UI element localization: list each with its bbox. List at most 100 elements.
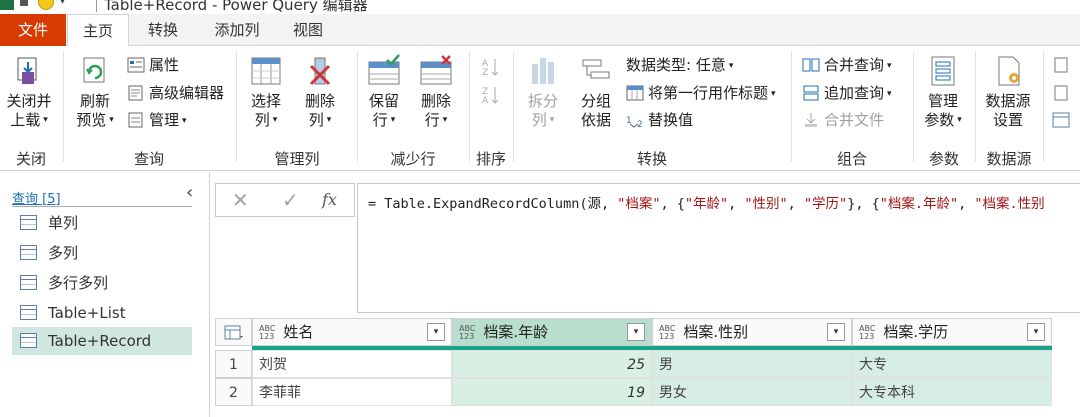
smiley-feedback-icon[interactable] [38, 0, 54, 10]
choose-columns-icon [249, 54, 283, 88]
table-cell[interactable]: 大专本科 [852, 378, 1052, 406]
remove-rows-icon [419, 54, 453, 88]
data-source-settings-button[interactable]: 数据源 设置 [982, 54, 1034, 130]
group-separator [236, 52, 237, 162]
parameters-icon [926, 54, 960, 88]
combine-files-icon [802, 112, 820, 128]
queries-header[interactable]: 查询 [5] [12, 188, 61, 207]
query-item-label: Table+Record [48, 332, 152, 350]
query-item-label: 单列 [48, 214, 79, 232]
any-type-icon[interactable]: ABC 123 [259, 324, 275, 341]
any-type-icon[interactable]: ABC 123 [659, 324, 675, 341]
tab-add-column[interactable]: 添加列 [204, 14, 270, 46]
combine-files-button[interactable]: 合并文件 [802, 109, 884, 131]
remove-columns-button[interactable]: 删除 列 ▾ [298, 54, 342, 130]
commit-formula-icon[interactable]: ✓ [282, 188, 299, 212]
formula-string: "档案.性别 [974, 196, 1045, 212]
advanced-editor-label: 高级编辑器 [149, 84, 225, 102]
group-label-manage-columns: 管理列 [274, 150, 320, 168]
query-item-multi-row-column[interactable]: 多行多列 [12, 269, 192, 297]
group-by-button[interactable]: 分组 依据 [574, 54, 618, 130]
advanced-editor-icon [127, 85, 145, 101]
column-filter-dropdown[interactable]: ▾ [827, 323, 845, 341]
recent-sources-button[interactable] [1052, 82, 1074, 104]
split-column-button[interactable]: 拆分 列 ▾ [520, 54, 566, 130]
split-column-icon [526, 54, 560, 88]
data-type-label: 数据类型: 任意 [626, 56, 726, 74]
query-item-table-record[interactable]: Table+Record [12, 327, 192, 355]
column-filter-dropdown[interactable]: ▾ [1027, 323, 1045, 341]
collapse-pane-icon[interactable]: ‹ [186, 182, 193, 203]
tab-home[interactable]: 主页 [67, 14, 129, 47]
enter-data-icon [1052, 112, 1070, 128]
column-header-label: 姓名 [283, 323, 314, 341]
use-first-row-as-headers-button[interactable]: 将第一行用作标题 ▾ [626, 82, 776, 104]
column-header-education[interactable]: ABC 123 档案.学历 ▾ [852, 318, 1052, 346]
queries-header-divider [12, 206, 192, 207]
tab-file[interactable]: 文件 [0, 14, 66, 46]
sort-ascending-button[interactable]: AZ [480, 54, 502, 78]
merge-queries-button[interactable]: 合并查询 ▾ [802, 54, 892, 76]
manage-query-button[interactable]: 管理 ▾ [127, 109, 187, 131]
remove-rows-button[interactable]: 删除 行 ▾ [416, 54, 456, 130]
column-header-age[interactable]: ABC 123 档案.年龄 ▾ [452, 318, 652, 346]
fx-icon[interactable]: fx [322, 190, 337, 209]
table-cell[interactable]: 25 [452, 350, 652, 378]
table-cell[interactable]: 男 [652, 350, 852, 378]
row-number[interactable]: 2 [215, 378, 252, 406]
keep-rows-button[interactable]: 保留 行 ▾ [364, 54, 404, 130]
save-icon[interactable] [20, 0, 28, 6]
column-filter-dropdown[interactable]: ▾ [427, 323, 445, 341]
tab-transform[interactable]: 转换 [134, 14, 192, 46]
title-separator [96, 0, 97, 12]
row-number[interactable]: 1 [215, 350, 252, 378]
properties-label: 属性 [149, 56, 180, 74]
append-queries-label: 追加查询 [824, 84, 885, 102]
tab-view[interactable]: 视图 [282, 14, 334, 46]
column-header-gender[interactable]: ABC 123 档案.性别 ▾ [652, 318, 852, 346]
formula-input[interactable]: = Table.ExpandRecordColumn(源, "档案", {"年龄… [357, 183, 1080, 313]
close-and-load-button[interactable]: 关闭并 上载 ▾ [2, 54, 56, 130]
table-cell[interactable]: 李菲菲 [252, 378, 452, 406]
window-title: Table+Record - Power Query 编辑器 [104, 0, 368, 14]
group-separator [1043, 52, 1044, 162]
table-menu-button[interactable] [215, 318, 252, 346]
group-label-reduce-rows: 减少行 [390, 150, 436, 168]
formula-text: }, { [847, 196, 880, 212]
any-type-icon[interactable]: ABC 123 [859, 324, 875, 341]
enter-data-button[interactable] [1052, 109, 1074, 131]
data-type-dropdown[interactable]: 数据类型: 任意 ▾ [626, 54, 733, 76]
query-item-multi-column[interactable]: 多列 [12, 239, 192, 267]
refresh-icon [78, 54, 112, 88]
append-queries-button[interactable]: 追加查询 ▾ [802, 82, 892, 104]
table-icon [20, 245, 37, 260]
refresh-preview-button[interactable]: 刷新 预览 ▾ [70, 54, 120, 130]
group-separator [975, 52, 976, 162]
quick-access-dropdown-icon[interactable]: ▾ [60, 0, 65, 7]
manage-parameters-button[interactable]: 管理 参数 ▾ [920, 54, 966, 130]
formula-string: "档案" [617, 196, 661, 212]
replace-values-button[interactable]: 1 2 替换值 [626, 109, 693, 131]
formula-text: = Table.ExpandRecordColumn(源, [368, 196, 618, 212]
formula-string: "档案.年龄" [879, 196, 959, 212]
query-item-table-list[interactable]: Table+List [12, 299, 192, 327]
data-source-settings-label: 数据源 设置 [985, 92, 1031, 129]
column-header-name[interactable]: ABC 123 姓名 ▾ [252, 318, 452, 346]
any-type-icon[interactable]: ABC 123 [459, 324, 475, 341]
properties-button[interactable]: 属性 [127, 54, 179, 76]
table-cell[interactable]: 大专 [852, 350, 1052, 378]
data-source-settings-icon [991, 54, 1025, 88]
table-cell[interactable]: 男女 [652, 378, 852, 406]
choose-columns-button[interactable]: 选择 列 ▾ [244, 54, 288, 130]
group-label-sort: 排序 [475, 150, 506, 168]
query-item-single-column[interactable]: 单列 [12, 209, 192, 237]
sort-descending-button[interactable]: ZA [480, 82, 502, 106]
new-source-button[interactable] [1052, 54, 1074, 76]
cancel-formula-icon[interactable]: ✕ [232, 188, 249, 212]
advanced-editor-button[interactable]: 高级编辑器 [127, 82, 224, 104]
recent-sources-icon [1052, 85, 1070, 101]
table-cell[interactable]: 19 [452, 378, 652, 406]
query-item-label: Table+List [48, 304, 126, 322]
table-cell[interactable]: 刘贺 [252, 350, 452, 378]
column-filter-dropdown[interactable]: ▾ [627, 323, 645, 341]
